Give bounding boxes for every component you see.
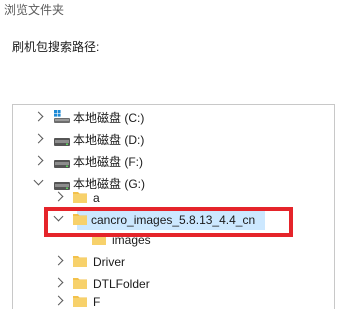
tree-item-folder-f[interactable]: F: [13, 291, 334, 309]
tree-item-label: 本地磁盘 (D:): [73, 133, 145, 147]
tree-item-label: a: [93, 191, 100, 205]
tree-item-label: 本地磁盘 (F:): [73, 155, 143, 169]
tree-item-label: images: [112, 233, 151, 247]
folder-icon: [72, 190, 88, 209]
folder-icon: [72, 294, 88, 309]
chevron-down-icon[interactable]: [33, 175, 44, 186]
folder-icon: [72, 254, 88, 273]
chevron-right-icon[interactable]: [33, 155, 44, 166]
chevron-right-icon[interactable]: [53, 191, 64, 202]
windows-drive-icon: [53, 110, 71, 129]
drive-icon: [53, 134, 71, 152]
tree-item-folder-a[interactable]: a: [13, 187, 334, 209]
folder-tree[interactable]: 本地磁盘 (C:) 本地磁盘 (D:) 本地磁盘 (F:) 本地磁盘 (G:) …: [12, 104, 335, 309]
tree-item-label: 本地磁盘 (C:): [73, 111, 145, 125]
chevron-right-icon[interactable]: [33, 111, 44, 122]
window-title: 浏览文件夹: [4, 3, 65, 17]
browse-folder-dialog: 浏览文件夹 刷机包搜索路径: 本地磁盘 (C:) 本地磁盘 (D:) 本地磁盘 …: [0, 0, 354, 309]
chevron-right-icon[interactable]: [53, 295, 64, 306]
tree-item-label: DTLFolder: [93, 277, 150, 291]
tree-item-drive-d[interactable]: 本地磁盘 (D:): [13, 129, 334, 151]
chevron-right-icon[interactable]: [33, 133, 44, 144]
tree-item-drive-f[interactable]: 本地磁盘 (F:): [13, 151, 334, 173]
tree-item-label: Driver: [93, 255, 125, 269]
chevron-right-icon[interactable]: [53, 277, 64, 288]
tree-item-label: cancro_images_5.8.13_4.4_cn: [91, 213, 256, 227]
tree-item-folder-cancro[interactable]: cancro_images_5.8.13_4.4_cn: [13, 209, 334, 231]
search-path-prompt: 刷机包搜索路径:: [12, 40, 100, 54]
tree-item-folder-driver[interactable]: Driver: [13, 251, 334, 273]
drive-icon: [53, 156, 71, 174]
folder-icon: [91, 232, 107, 251]
chevron-right-icon[interactable]: [53, 255, 64, 266]
tree-item-folder-images[interactable]: images: [13, 229, 334, 251]
chevron-down-icon[interactable]: [53, 211, 64, 222]
tree-item-drive-c[interactable]: 本地磁盘 (C:): [13, 107, 334, 129]
tree-item-label: F: [93, 295, 101, 309]
